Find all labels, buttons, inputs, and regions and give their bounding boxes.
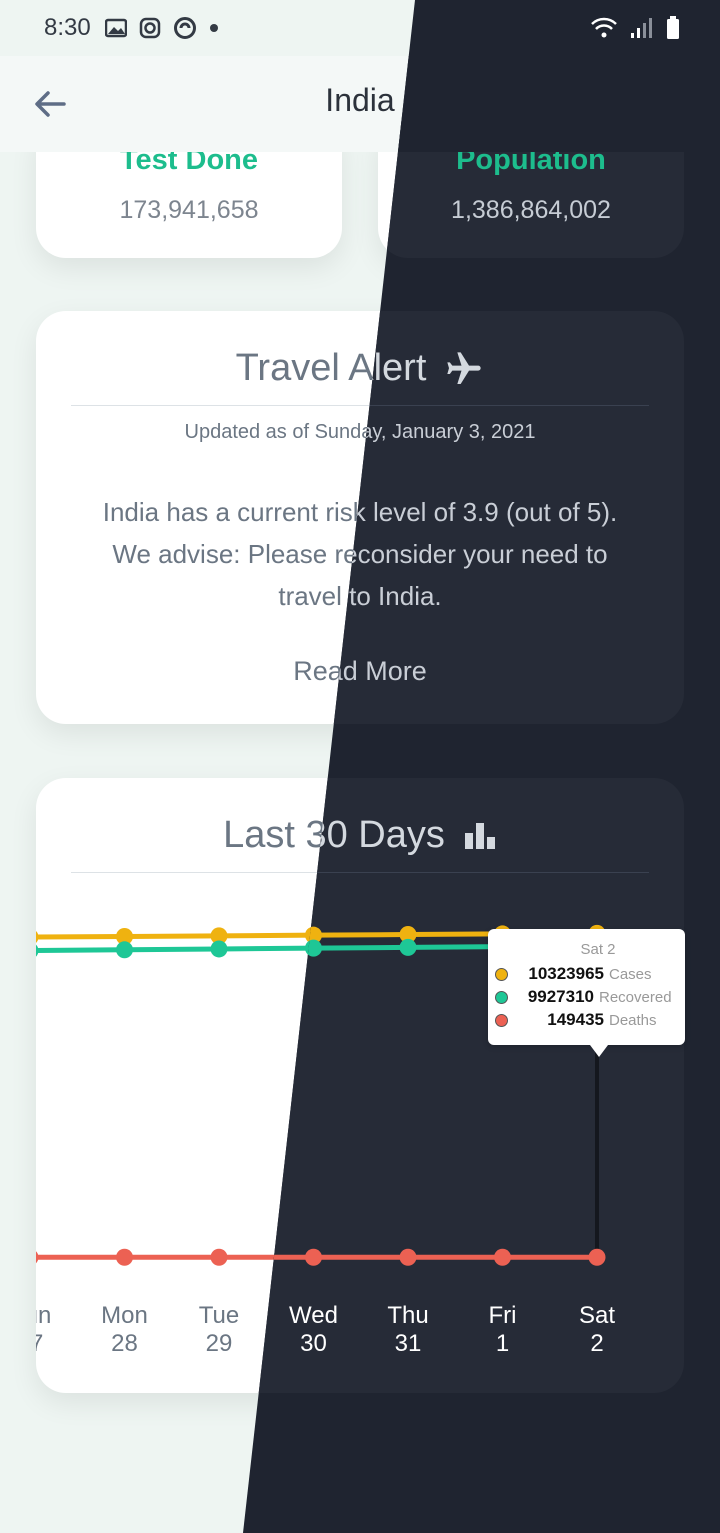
data-point-recovered[interactable] [22,942,39,959]
data-point-deaths[interactable] [22,1249,39,1266]
x-tick-label-date: 28 [111,1330,138,1357]
tooltip-recovered-label: Recovered [599,988,672,1006]
tooltip-row-recovered: 9927310 Recovered [495,987,672,1007]
tooltip-row-deaths: 149435 Deaths [495,1010,657,1030]
x-tick-label-day: Thu [387,1302,428,1329]
x-tick-label-date: 2 [590,1330,603,1357]
tooltip-recovered-value: 9927310 [527,987,594,1006]
data-point-deaths[interactable] [494,1248,511,1266]
data-point-deaths[interactable] [399,1248,417,1266]
x-tick-label-day: Fri [489,1302,517,1329]
x-tick-label-day: Sat [579,1302,615,1329]
chart-tooltip: Sat 2 10323965 Cases 9927310 Recovered 1… [488,929,685,1057]
x-tick-label-date: 29 [206,1330,233,1357]
x-tick-label-day: Mon [101,1302,148,1329]
data-point-deaths[interactable] [210,1248,228,1266]
x-tick-label-date: 30 [300,1330,327,1357]
x-tick-label-date: 27 [17,1330,44,1357]
tooltip-cases-label: Cases [609,965,652,983]
tooltip-date: Sat 2 [580,941,616,958]
tooltip-deaths-label: Deaths [609,1011,657,1029]
recovered-dot-icon [495,990,508,1004]
data-point-cases[interactable] [22,929,39,946]
x-tick-label-date: 1 [496,1330,509,1357]
tooltip-row-cases: 10323965 Cases [495,964,652,984]
tooltip-cases-value: 10323965 [528,964,604,983]
tooltip-deaths-value: 149435 [547,1010,604,1029]
cases-dot-icon [495,967,508,981]
x-tick-label-day: Sun [9,1302,52,1329]
data-point-deaths[interactable] [305,1248,322,1266]
x-tick-label-day: Wed [289,1302,338,1329]
data-point-deaths[interactable] [588,1248,606,1266]
x-tick-label-date: 31 [395,1330,422,1357]
data-point-recovered[interactable] [210,940,228,958]
data-point-recovered[interactable] [116,941,133,959]
data-point-recovered[interactable] [399,938,417,956]
data-point-deaths[interactable] [116,1248,133,1266]
x-tick-label-day: Tue [199,1302,239,1329]
deaths-dot-icon [495,1013,508,1027]
